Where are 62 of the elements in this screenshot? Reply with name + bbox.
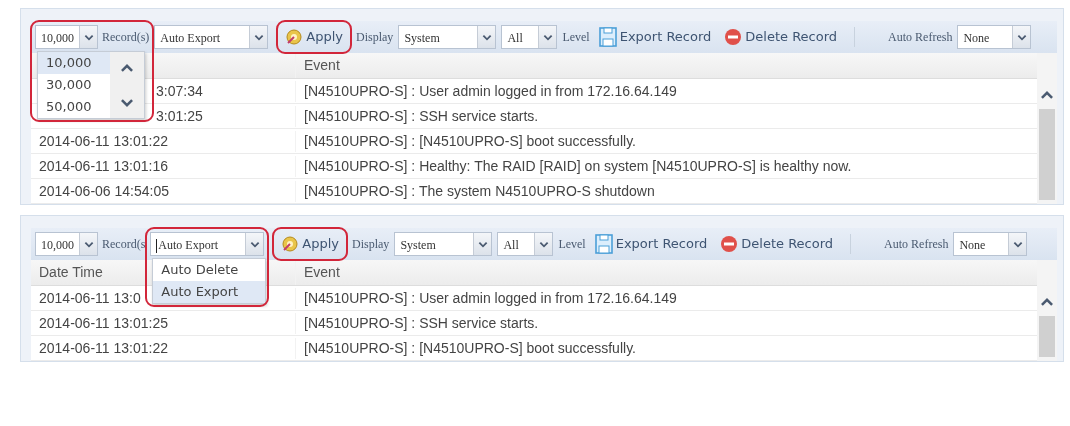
records-label: Record(s) bbox=[102, 29, 150, 46]
chevron-down-icon bbox=[537, 239, 550, 249]
chevron-down-icon bbox=[476, 239, 489, 249]
menu-option[interactable]: 10,000 bbox=[38, 52, 110, 74]
action-select[interactable]: Auto Export bbox=[150, 232, 265, 256]
table-cell-text: 2014-06-11 13:01:25 bbox=[39, 313, 168, 333]
display-select[interactable]: System bbox=[394, 232, 493, 256]
apply-button[interactable]: Apply bbox=[277, 232, 344, 256]
level-select[interactable]: All bbox=[497, 232, 554, 256]
menu-option[interactable]: 30,000 bbox=[38, 74, 110, 96]
chevron-down-icon bbox=[82, 32, 95, 42]
records-label: Record(s bbox=[102, 236, 146, 253]
table-cell-text: [N4510UPRO-S] : SSH service starts. bbox=[304, 313, 539, 333]
records-select[interactable]: 10,000 bbox=[35, 232, 98, 256]
display-label: Display bbox=[352, 236, 390, 253]
table-cell-text: 2014-06-06 14:54:05 bbox=[39, 181, 169, 201]
auto-refresh-label: Auto Refresh bbox=[888, 29, 953, 46]
table-cell-text: [N4510UPRO-S] : User admin logged in from 172.16.64.149 bbox=[304, 81, 677, 101]
table-cell-text: 2014-06-11 13:01:16 bbox=[39, 156, 168, 176]
records-select[interactable]: 10,000 bbox=[35, 25, 98, 49]
display-label: Display bbox=[356, 29, 394, 46]
action-select[interactable]: Auto Export bbox=[154, 25, 269, 49]
column-header: Event bbox=[304, 263, 340, 282]
minus-circle-icon bbox=[720, 235, 739, 253]
table-cell-text: [N4510UPRO-S] : User admin logged in from 172.16.64.149 bbox=[304, 288, 677, 308]
chevron-down-icon bbox=[252, 32, 265, 42]
auto-refresh-label: Auto Refresh bbox=[884, 236, 949, 253]
table-cell-text: 2014-06-11 13:01:22 bbox=[39, 338, 168, 358]
table-cell-text: [N4510UPRO-S] : SSH service starts. bbox=[304, 106, 539, 126]
table-cell-text: [N4510UPRO-S] : The system N4510UPRO-S shutdown bbox=[304, 181, 655, 201]
level-label: Level bbox=[558, 236, 586, 253]
auto-refresh-select[interactable]: None bbox=[957, 25, 1032, 49]
menu-option[interactable]: Auto Export bbox=[153, 281, 266, 303]
chevron-down-icon bbox=[1011, 239, 1024, 249]
chevron-down-icon bbox=[541, 32, 554, 42]
column-header: Date Time bbox=[39, 263, 103, 282]
scrollbar[interactable] bbox=[1037, 260, 1057, 361]
chevron-down-icon bbox=[480, 32, 493, 42]
level-label: Level bbox=[562, 29, 590, 46]
level-select[interactable]: All bbox=[501, 25, 558, 49]
chevron-down-icon bbox=[248, 239, 261, 249]
apply-button[interactable]: Apply bbox=[281, 25, 348, 49]
chevron-down-icon bbox=[82, 239, 95, 249]
display-select[interactable]: System bbox=[398, 25, 497, 49]
scrollbar[interactable] bbox=[1037, 53, 1057, 204]
export-record-button[interactable]: Export Record bbox=[594, 25, 716, 49]
table-cell-text: 2014-06-11 13:0 bbox=[39, 288, 141, 308]
table-cell-text: 2014-06-11 13:01:22 bbox=[39, 131, 168, 151]
delete-record-button[interactable]: Delete Record bbox=[720, 25, 842, 49]
export-record-button[interactable]: Export Record bbox=[590, 232, 712, 256]
table-cell-text: [N4510UPRO-S] : [N4510UPRO-S] boot successfully. bbox=[304, 131, 636, 151]
table-cell-text: [N4510UPRO-S] : [N4510UPRO-S] boot successfully. bbox=[304, 338, 636, 358]
menu-option[interactable]: 50,000 bbox=[38, 96, 110, 118]
column-header: Event bbox=[304, 56, 340, 75]
menu-option[interactable]: Auto Delete bbox=[153, 259, 266, 281]
chevron-down-icon bbox=[1015, 32, 1028, 42]
minus-circle-icon bbox=[724, 28, 743, 46]
auto-refresh-select[interactable]: None bbox=[953, 232, 1028, 256]
delete-record-button[interactable]: Delete Record bbox=[716, 232, 838, 256]
table-cell-text: 3:01:25 bbox=[156, 106, 203, 126]
table-cell-text: 3:07:34 bbox=[156, 81, 203, 101]
table-cell-text: [N4510UPRO-S] : Healthy: The RAID [RAID] on system [N4510UPRO-S] is healthy now. bbox=[304, 156, 852, 176]
